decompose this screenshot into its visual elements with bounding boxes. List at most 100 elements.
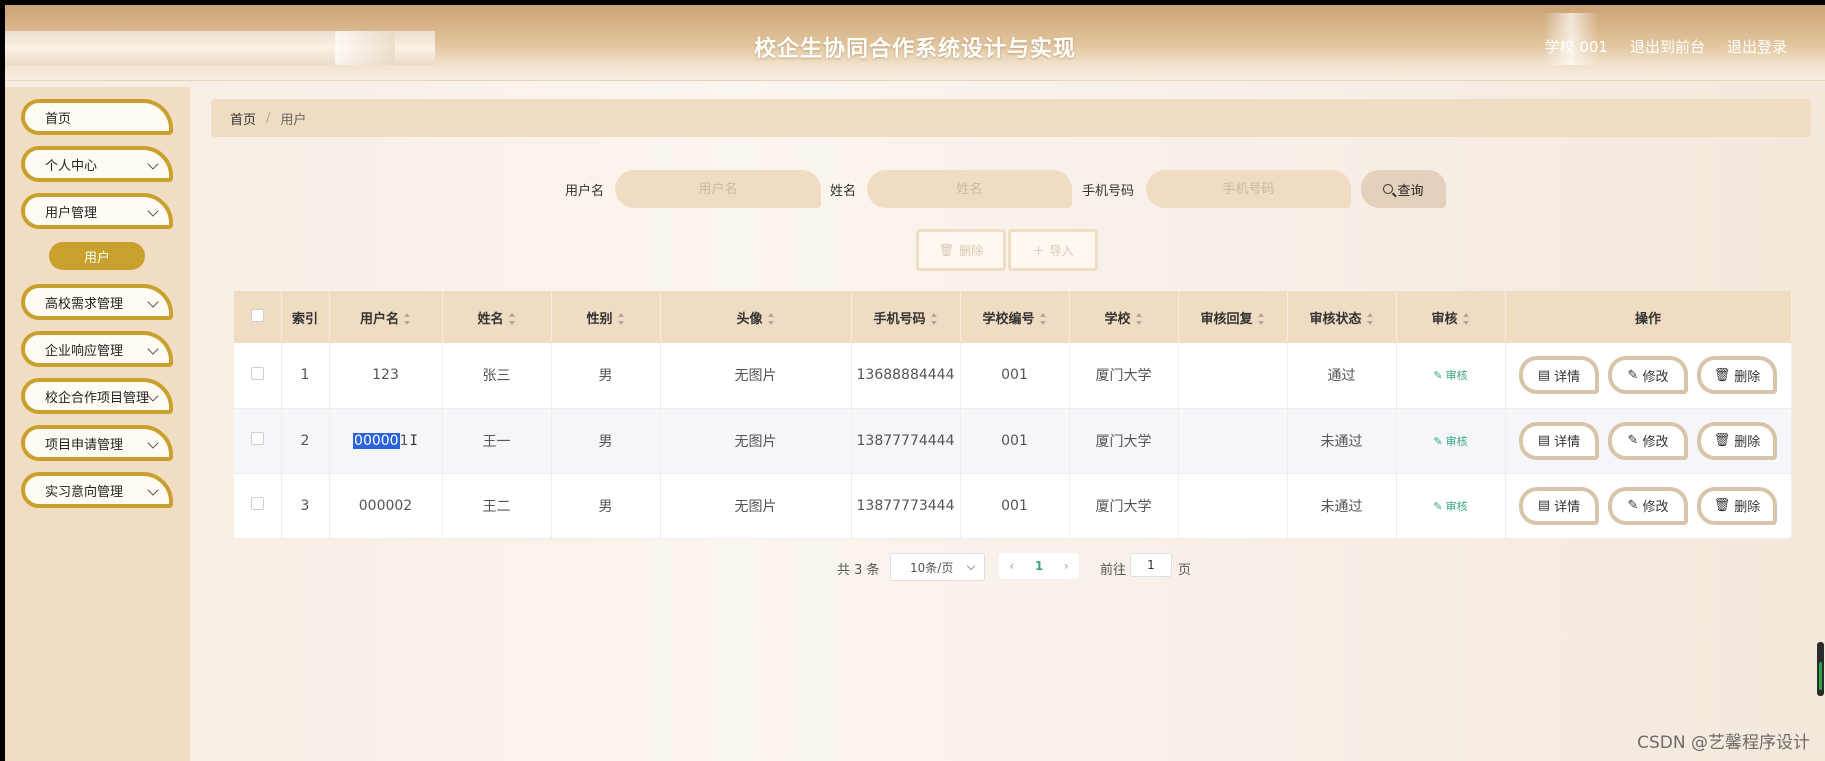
audit-link[interactable]: ✎ 审核 — [1433, 500, 1467, 513]
current-page-number[interactable]: 1 — [1035, 559, 1043, 573]
select-all-checkbox[interactable] — [250, 308, 264, 322]
sort-icon[interactable] — [1462, 313, 1470, 325]
cell-school-no: 001 — [960, 343, 1070, 409]
sort-icon[interactable] — [403, 313, 411, 325]
sidebar-item-project-applications[interactable]: 项目申请管理 — [21, 425, 173, 461]
detail-button[interactable]: ▤ 详情 — [1519, 356, 1599, 395]
batch-delete-button[interactable]: 🗑 删除 — [916, 229, 1006, 271]
sidebar-item-university-demand[interactable]: 高校需求管理 — [21, 284, 173, 320]
sidebar-item-label: 实习意向管理 — [45, 484, 124, 500]
prev-page-icon[interactable]: ‹ — [1009, 559, 1014, 573]
sidebar-item-label: 高校需求管理 — [45, 296, 124, 312]
row-checkbox[interactable] — [250, 432, 264, 445]
sort-icon[interactable] — [1135, 313, 1143, 325]
cell-username-tail: 1 — [399, 432, 409, 449]
column-header[interactable]: 性别 — [551, 291, 661, 343]
sort-icon[interactable] — [508, 313, 516, 325]
phone-search-input[interactable] — [1146, 170, 1351, 208]
column-header[interactable]: 审核回复 — [1178, 291, 1288, 343]
column-header[interactable]: 头像 — [660, 291, 852, 343]
audit-link[interactable]: ✎ 审核 — [1433, 435, 1467, 448]
cell-operations: ▤ 详情 ✎ 修改 🗑 删除 — [1505, 408, 1792, 474]
column-header[interactable]: 审核 — [1396, 291, 1506, 343]
row-checkbox[interactable] — [250, 497, 264, 510]
column-header[interactable]: 审核状态 — [1287, 291, 1397, 343]
batch-delete-label: 删除 — [959, 243, 984, 258]
edit-button[interactable]: ✎ 修改 — [1608, 356, 1688, 395]
detail-button-label: 详情 — [1554, 435, 1581, 450]
sort-icon[interactable] — [767, 313, 775, 325]
name-label: 姓名 — [830, 184, 857, 199]
trash-icon: 🗑 — [1713, 367, 1731, 383]
cell-operations: ▤ 详情 ✎ 修改 🗑 删除 — [1505, 343, 1792, 409]
document-icon: ▤ — [1537, 367, 1551, 383]
cell-school: 厦门大学 — [1069, 473, 1179, 539]
page-size-select[interactable]: 10条/页 — [890, 553, 985, 581]
pagination: 共 3 条 10条/页 ‹ 1 › 前往 页 — [5, 553, 1825, 583]
column-header-label: 审核 — [1431, 311, 1458, 327]
table-header-row: 索引 用户名 姓名 性别 头像 手机号码 学校编号 学校 审核回复 审核状态 审… — [234, 291, 1792, 343]
plus-icon: ＋ — [1032, 243, 1045, 258]
column-header-label: 操作 — [1634, 311, 1661, 327]
import-button[interactable]: ＋ 导入 — [1008, 229, 1098, 271]
column-header-label: 性别 — [586, 311, 613, 327]
edit-button-label: 修改 — [1642, 435, 1669, 450]
audit-link-label: 审核 — [1445, 434, 1468, 448]
cell-status: 通过 — [1287, 343, 1397, 409]
detail-button[interactable]: ▤ 详情 — [1519, 421, 1599, 460]
column-header[interactable]: 学校 — [1069, 291, 1179, 343]
row-checkbox[interactable] — [250, 366, 264, 380]
column-header[interactable]: 姓名 — [442, 291, 552, 343]
detail-button-label: 详情 — [1554, 369, 1581, 385]
logout-link[interactable]: 退出登录 — [1727, 36, 1787, 57]
chevron-down-icon — [147, 484, 159, 496]
column-header-label: 学校编号 — [982, 311, 1035, 327]
name-search-input[interactable] — [867, 170, 1072, 208]
back-to-frontend-link[interactable]: 退出到前台 — [1630, 36, 1705, 57]
cell-index: 3 — [281, 473, 330, 539]
column-header[interactable]: 用户名 — [329, 291, 443, 343]
query-button[interactable]: 查询 — [1361, 170, 1446, 208]
sidebar-item-home[interactable]: 首页 — [21, 99, 173, 135]
watermark: CSDN @艺馨程序设计 — [1637, 733, 1810, 753]
phone-label: 手机号码 — [1082, 184, 1135, 199]
delete-button[interactable]: 🗑 删除 — [1697, 486, 1777, 525]
sort-icon[interactable] — [930, 313, 938, 325]
sidebar-item-enterprise-response[interactable]: 企业响应管理 — [21, 331, 173, 367]
delete-button[interactable]: 🗑 删除 — [1697, 356, 1777, 395]
detail-button[interactable]: ▤ 详情 — [1519, 486, 1599, 525]
breadcrumb-home[interactable]: 首页 — [230, 109, 256, 128]
cell-status: 未通过 — [1287, 473, 1397, 539]
delete-button[interactable]: 🗑 删除 — [1697, 421, 1777, 460]
goto-label: 前往 — [1100, 563, 1127, 578]
column-header[interactable]: 学校编号 — [960, 291, 1070, 343]
audit-link[interactable]: ✎ 审核 — [1433, 369, 1467, 382]
sort-icon[interactable] — [1257, 313, 1265, 325]
cell-phone: 13688884444 — [851, 343, 961, 409]
page-size-value: 10条/页 — [910, 560, 954, 575]
sidebar-item-label: 项目申请管理 — [45, 437, 124, 453]
goto-page-input[interactable] — [1130, 553, 1172, 577]
sidebar-item-label: 校企合作项目管理 — [45, 390, 150, 406]
audit-link-label: 审核 — [1445, 499, 1468, 513]
edit-button[interactable]: ✎ 修改 — [1608, 421, 1688, 460]
column-header[interactable]: 手机号码 — [851, 291, 961, 343]
username-search-input[interactable] — [615, 170, 821, 208]
sidebar-item-internship-intent[interactable]: 实习意向管理 — [21, 472, 173, 508]
cell-school-no: 001 — [960, 473, 1070, 539]
header-nav: 学校 001 退出到前台 退出登录 — [1545, 36, 1787, 57]
trash-icon: 🗑 — [938, 243, 955, 257]
sidebar-item-cooperation-projects[interactable]: 校企合作项目管理 — [21, 378, 173, 414]
sort-icon[interactable] — [617, 313, 625, 325]
current-user-label[interactable]: 学校 001 — [1545, 36, 1608, 57]
scrollbar-thumb[interactable] — [1817, 642, 1824, 696]
cell-phone: 13877774444 — [851, 408, 961, 474]
cell-gender: 男 — [551, 408, 661, 474]
breadcrumb: 首页 / 用户 — [211, 99, 1811, 137]
edit-button-label: 修改 — [1642, 369, 1669, 385]
submenu-item-users[interactable]: 用户 — [49, 242, 145, 270]
next-page-icon[interactable]: › — [1064, 559, 1069, 573]
sort-icon[interactable] — [1366, 313, 1374, 325]
edit-button[interactable]: ✎ 修改 — [1608, 486, 1688, 525]
sort-icon[interactable] — [1039, 313, 1047, 325]
